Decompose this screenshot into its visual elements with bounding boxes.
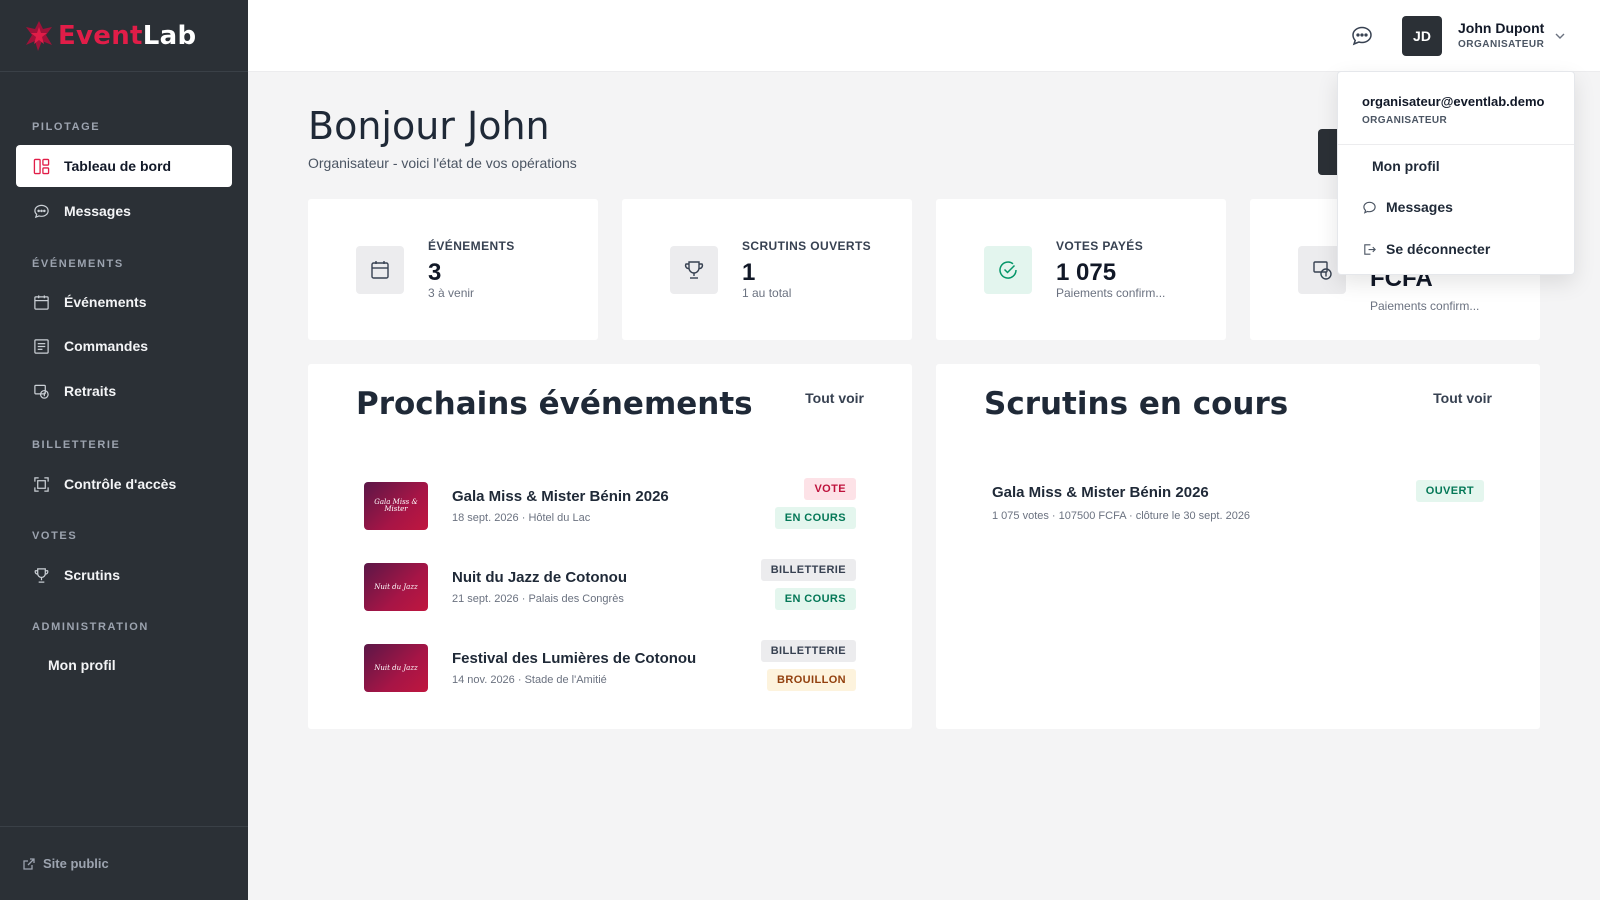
event-meta: 18 sept. 2026 · Hôtel du Lac: [452, 512, 591, 524]
topbar: [248, 0, 1600, 72]
stat-sub: Paiements confirm...: [1056, 286, 1166, 300]
nav-section-pilotage: PILOTAGE: [32, 121, 101, 133]
orders-icon: [32, 337, 50, 355]
type-badge: BILLETTERIE: [760, 559, 856, 581]
sidebar-item-orders[interactable]: Commandes: [16, 325, 232, 367]
sidebar-item-label: Contrôle d'accès: [64, 476, 177, 492]
nav-section-evenements: ÉVÉNEMENTS: [32, 258, 124, 270]
scan-icon: [32, 475, 50, 493]
stat-card-events: ÉVÉNEMENTS 3 3 à venir: [308, 199, 598, 340]
nav-section-votes: VOTES: [32, 530, 78, 542]
chat-icon: [32, 202, 50, 220]
nav-section-administration: ADMINISTRATION: [32, 621, 149, 633]
menu-item-messages[interactable]: Messages: [1362, 193, 1453, 221]
event-thumbnail: Nuit du Jazz: [364, 563, 428, 611]
status-badge: EN COURS: [774, 507, 856, 529]
sidebar-item-label: Tableau de bord: [64, 158, 172, 174]
type-badge: VOTE: [804, 478, 856, 500]
sidebar-item-label: Scrutins: [64, 567, 121, 583]
poll-name: Gala Miss & Mister Bénin 2026: [992, 484, 1209, 501]
nav-section-billetterie: BILLETTERIE: [32, 439, 121, 451]
menu-item-label: Mon profil: [1372, 158, 1440, 174]
sidebar: EventLab PILOTAGE Tableau de bord Messag…: [0, 0, 248, 900]
page-title: Bonjour John: [308, 104, 550, 148]
logout-icon: [1364, 243, 1376, 255]
trophy-icon: [670, 246, 718, 294]
sidebar-item-withdrawals[interactable]: Retraits: [16, 370, 232, 412]
event-meta: 14 nov. 2026 · Stade de l'Amitié: [452, 674, 607, 686]
user-email: organisateur@eventlab.demo: [1362, 94, 1545, 109]
menu-item-label: Messages: [1386, 199, 1453, 215]
menu-item-logout[interactable]: Se déconnecter: [1362, 235, 1490, 263]
stat-label: SCRUTINS OUVERTS: [742, 239, 872, 253]
stat-value: 1: [742, 259, 756, 286]
event-meta: 21 sept. 2026 · Palais des Congrès: [452, 593, 624, 605]
calendar-icon: [356, 246, 404, 294]
public-site-label: Site public: [43, 856, 109, 871]
event-name: Nuit du Jazz de Cotonou: [452, 569, 627, 586]
stat-label: VOTES PAYÉS: [1056, 239, 1144, 253]
event-thumbnail: Gala Miss & Mister: [364, 482, 428, 530]
stat-sub: 3 à venir: [428, 286, 475, 300]
user-menu-dropdown: organisateur@eventlab.demo ORGANISATEUR …: [1337, 71, 1575, 275]
messages-icon[interactable]: [1350, 24, 1374, 48]
event-name: Festival des Lumières de Cotonou: [452, 650, 697, 667]
panel-title: Prochains événements: [356, 386, 753, 422]
sidebar-item-messages[interactable]: Messages: [16, 190, 232, 232]
user-role: ORGANISATEUR: [1458, 39, 1545, 50]
list-item[interactable]: Nuit du Jazz Festival des Lumières de Co…: [364, 638, 856, 698]
trophy-icon: [32, 566, 50, 584]
stat-sub: Paiements confirm...: [1370, 299, 1480, 313]
stat-label: ÉVÉNEMENTS: [428, 239, 515, 253]
brand-logo[interactable]: EventLab: [0, 0, 248, 72]
avatar[interactable]: JD: [1402, 16, 1442, 56]
status-badge: EN COURS: [774, 588, 856, 610]
sidebar-item-access-control[interactable]: Contrôle d'accès: [16, 463, 232, 505]
event-thumbnail: Nuit du Jazz: [364, 644, 428, 692]
chevron-down-icon[interactable]: [1552, 28, 1568, 44]
menu-item-label: Se déconnecter: [1386, 241, 1491, 257]
logo-icon: [26, 20, 52, 51]
list-item[interactable]: Gala Miss & Mister Bénin 2026 1 075 vote…: [992, 476, 1484, 528]
stat-value: 3: [428, 259, 442, 286]
poll-meta: 1 075 votes · 107500 FCFA · clôture le 3…: [992, 510, 1251, 522]
sidebar-item-label: Mon profil: [48, 657, 116, 673]
divider: [1338, 144, 1574, 145]
external-link-icon: [23, 857, 35, 870]
sidebar-item-polls[interactable]: Scrutins: [16, 554, 232, 596]
brand-name: EventLab: [58, 20, 197, 51]
type-badge: BILLETTERIE: [760, 640, 856, 662]
see-all-polls-link[interactable]: Tout voir: [1433, 390, 1492, 406]
sidebar-item-label: Événements: [64, 294, 147, 310]
status-badge: OUVERT: [1415, 480, 1484, 502]
event-name: Gala Miss & Mister Bénin 2026: [452, 488, 669, 505]
check-circle-icon: [984, 246, 1032, 294]
see-all-events-link[interactable]: Tout voir: [805, 390, 864, 406]
stat-card-polls: SCRUTINS OUVERTS 1 1 au total: [622, 199, 912, 340]
status-badge: BROUILLON: [767, 669, 856, 691]
sidebar-item-label: Messages: [64, 203, 131, 219]
stat-value: 1 075: [1056, 259, 1117, 286]
withdraw-icon: [32, 382, 50, 400]
dashboard-icon: [32, 157, 50, 175]
sidebar-item-events[interactable]: Événements: [16, 281, 232, 323]
calendar-icon: [32, 293, 50, 311]
list-item[interactable]: Nuit du Jazz Nuit du Jazz de Cotonou 21 …: [364, 557, 856, 617]
sidebar-item-label: Commandes: [64, 338, 149, 354]
user-role: ORGANISATEUR: [1362, 115, 1448, 126]
chat-icon: [1363, 201, 1376, 214]
stat-sub: 1 au total: [742, 286, 792, 300]
page-subtitle: Organisateur - voici l'état de vos opéra…: [308, 155, 577, 171]
active-polls-panel: Scrutins en cours Tout voir Gala Miss & …: [936, 364, 1540, 729]
list-item[interactable]: Gala Miss & Mister Gala Miss & Mister Bé…: [364, 476, 856, 536]
stat-card-votes: VOTES PAYÉS 1 075 Paiements confirm...: [936, 199, 1226, 340]
sidebar-item-dashboard[interactable]: Tableau de bord: [16, 145, 232, 187]
public-site-link[interactable]: Site public: [0, 826, 248, 900]
sidebar-item-label: Retraits: [64, 383, 117, 399]
panel-title: Scrutins en cours: [984, 386, 1289, 422]
menu-item-profile[interactable]: Mon profil: [1372, 152, 1440, 180]
upcoming-events-panel: Prochains événements Tout voir Gala Miss…: [308, 364, 912, 729]
user-name[interactable]: John Dupont: [1458, 20, 1544, 36]
sidebar-item-profile[interactable]: Mon profil: [16, 644, 232, 686]
